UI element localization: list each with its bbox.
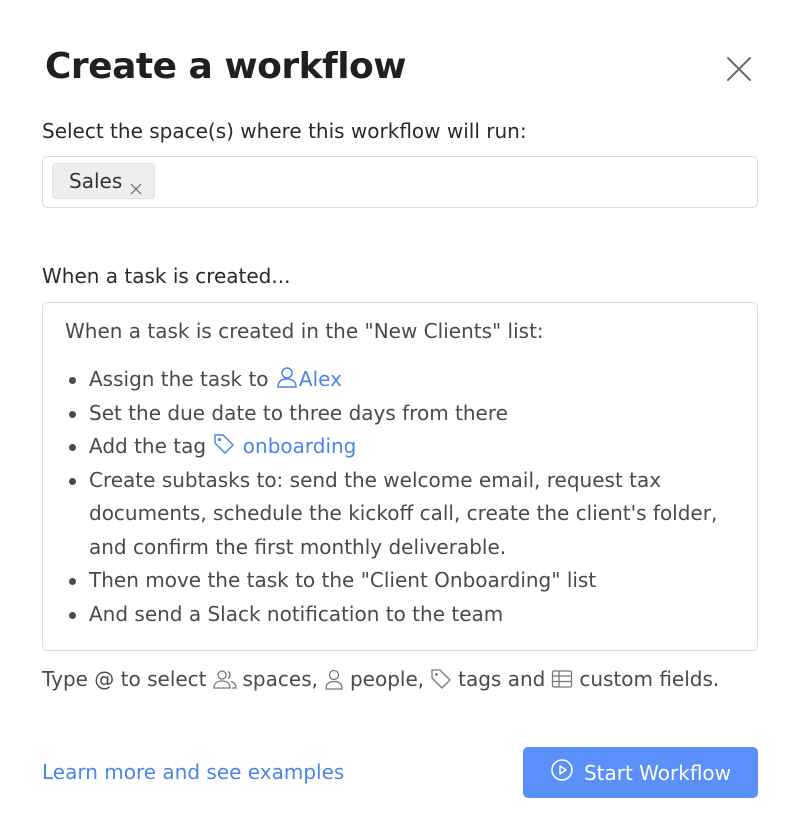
person-mention-label: Alex: [298, 367, 342, 391]
tag-icon: [430, 668, 452, 690]
hint-spaces: spaces,: [242, 667, 318, 691]
trigger-label: When a task is created...: [42, 264, 291, 288]
space-chip-label: Sales: [69, 169, 123, 193]
workflow-rules-editor[interactable]: When a task is created in the "New Clien…: [42, 302, 758, 651]
start-workflow-button[interactable]: Start Workflow: [523, 747, 758, 798]
close-button[interactable]: [722, 54, 756, 88]
play-circle-icon: [550, 758, 574, 787]
start-workflow-label: Start Workflow: [583, 760, 732, 785]
close-icon: [726, 56, 752, 86]
list-item-text: Assign the task to: [89, 367, 269, 391]
table-icon: [551, 669, 573, 689]
person-icon: [275, 365, 299, 389]
page-title: Create a workflow: [45, 46, 407, 87]
people-group-icon: [212, 668, 237, 690]
hint-prefix: Type @ to select: [42, 667, 207, 691]
mention-hint: Type @ to select spaces, people, tags an…: [42, 667, 719, 691]
person-icon: [324, 668, 344, 690]
close-icon: [130, 176, 142, 194]
list-item-text: Set the due date to three days from ther…: [89, 400, 508, 425]
list-item: Add the tag onboarding: [65, 430, 735, 464]
hint-tags: tags and: [458, 667, 546, 691]
list-item-text: Create subtasks to: send the welcome ema…: [89, 467, 718, 559]
list-item: And send a Slack notification to the tea…: [65, 598, 735, 632]
tag-icon: [212, 432, 236, 456]
spaces-label: Select the space(s) where this workflow …: [42, 119, 527, 143]
list-item-text: Add the tag: [89, 434, 207, 458]
space-selector-input[interactable]: Sales: [42, 156, 758, 208]
tag-mention-label: onboarding: [242, 434, 357, 458]
hint-people: people,: [349, 667, 425, 691]
list-item: Create subtasks to: send the welcome ema…: [65, 464, 735, 565]
list-item: Set the due date to three days from ther…: [65, 397, 735, 431]
rules-intro: When a task is created in the "New Clien…: [65, 319, 544, 343]
list-item: Assign the task to Alex: [65, 363, 735, 397]
rules-list: Assign the task to Alex Set the due date…: [65, 363, 735, 631]
list-item-text: And send a Slack notification to the tea…: [89, 601, 504, 626]
list-item-text: Then move the task to the "Client Onboar…: [89, 568, 597, 592]
chip-remove-button[interactable]: [130, 176, 144, 194]
tag-mention[interactable]: onboarding: [212, 434, 356, 458]
list-item: Then move the task to the "Client Onboar…: [65, 564, 735, 598]
space-chip-sales: Sales: [52, 163, 156, 199]
hint-custom-fields: custom fields.: [579, 667, 720, 691]
learn-more-link[interactable]: Learn more and see examples: [42, 760, 344, 784]
person-mention[interactable]: Alex: [275, 367, 342, 391]
